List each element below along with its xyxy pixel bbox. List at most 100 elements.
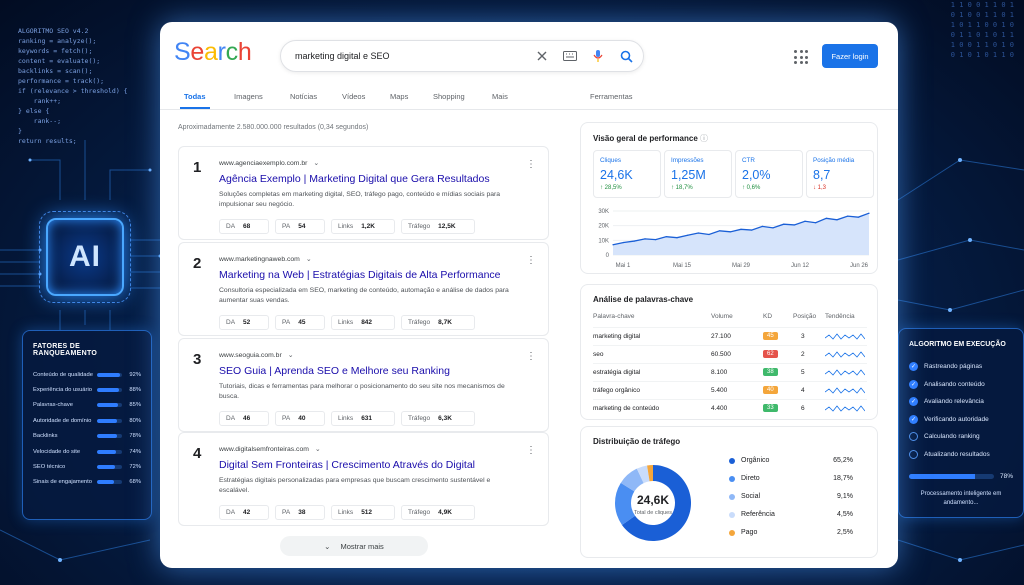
tab-todas[interactable]: Todas xyxy=(180,92,209,109)
keywords-column-header[interactable]: Volume xyxy=(711,313,733,320)
algorithm-step-label: Analisando conteúdo xyxy=(924,380,985,388)
result-title-link[interactable]: Agência Exemplo | Marketing Digital que … xyxy=(219,173,490,185)
performance-title: Visão geral de performance ⓘ xyxy=(593,134,709,143)
data-point xyxy=(697,232,699,234)
factor-label: Velocidade do site xyxy=(33,448,81,455)
metric-traffic: Tráfego 6,3K xyxy=(401,411,475,426)
result-title-link[interactable]: SEO Guia | Aprenda SEO e Melhore seu Ran… xyxy=(219,365,450,377)
kpi-card[interactable]: Cliques 24,6K ↑ 28,5% xyxy=(593,150,661,198)
logo-letter: h xyxy=(237,38,252,66)
legend-item[interactable]: Direto 18,7% xyxy=(729,475,853,487)
factor-value: 80% xyxy=(129,417,141,424)
result-url-text: www.digitalsemfronteiras.com xyxy=(219,446,309,453)
result-rank: 2 xyxy=(193,255,202,272)
result-rank: 1 xyxy=(193,159,202,176)
code-line: content = evaluate(); xyxy=(18,57,101,65)
result-title-link[interactable]: Digital Sem Fronteiras | Crescimento Atr… xyxy=(219,459,475,471)
kpi-card[interactable]: Posição média 8,7 ↓ 1,3 xyxy=(806,150,874,198)
search-input[interactable] xyxy=(295,51,531,61)
clear-icon[interactable] xyxy=(531,45,553,67)
data-point xyxy=(772,227,774,229)
metric-value: 4,9K xyxy=(438,509,452,516)
chevron-down-icon[interactable]: ⌄ xyxy=(313,160,319,167)
legend-item[interactable]: Pago 2,5% xyxy=(729,529,853,541)
kpi-card[interactable]: Impressões 1,25M ↑ 18,7% xyxy=(664,150,732,198)
legend-item[interactable]: Orgânico 65,2% xyxy=(729,457,853,469)
more-options-icon[interactable]: ⋮ xyxy=(526,255,536,266)
keyword: marketing de conteúdo xyxy=(593,405,660,412)
logo-letter: c xyxy=(225,38,239,66)
metric-value: 1,2K xyxy=(361,223,375,230)
keyword-row[interactable]: estratégia digital 8.100 38 5 xyxy=(593,363,867,381)
more-options-icon[interactable]: ⋮ xyxy=(526,159,536,170)
data-point xyxy=(676,237,678,239)
chevron-down-icon[interactable]: ⌄ xyxy=(315,446,321,453)
keyword-row[interactable]: seo 60.500 62 2 xyxy=(593,345,867,363)
result-url[interactable]: www.marketingnaweb.com ⌄ xyxy=(219,255,312,263)
keyword-row[interactable]: tráfego orgânico 5.400 40 4 xyxy=(593,381,867,399)
keyword-row[interactable]: marketing de conteúdo 4.400 33 6 xyxy=(593,399,867,417)
chevron-down-icon: ⌄ xyxy=(324,541,331,551)
info-icon[interactable]: ⓘ xyxy=(700,134,708,143)
tab-vídeos[interactable]: Vídeos xyxy=(342,92,365,101)
kpi-label: Posição média xyxy=(813,157,855,164)
search-logo[interactable]: Search xyxy=(174,38,252,67)
search-window: Search Fazer login Todas Imagens Notícias V… xyxy=(160,22,898,568)
keywords-column-header[interactable]: KD xyxy=(763,313,772,320)
result-url[interactable]: www.agenciaexemplo.com.br ⌄ xyxy=(219,159,319,167)
code-line: ranking = analyze(); xyxy=(18,37,97,45)
login-button[interactable]: Fazer login xyxy=(822,44,878,68)
legend-item[interactable]: Referência 4,5% xyxy=(729,511,853,523)
keyword: marketing digital xyxy=(593,333,641,340)
legend-dot-icon xyxy=(729,530,735,536)
result-metrics: DA 68 PA 54 Links 1,2K Tráfego 12,5K xyxy=(219,219,475,234)
factor-bar xyxy=(97,372,122,377)
data-point xyxy=(623,241,625,244)
result-description: Estratégias digitais personalizadas para… xyxy=(219,477,491,494)
data-point xyxy=(825,217,827,219)
factor-label: Palavras-chave xyxy=(33,402,73,409)
metric-value: 45 xyxy=(298,319,306,326)
code-line: return results; xyxy=(18,137,77,145)
kpi-card[interactable]: CTR 2,0% ↑ 0,6% xyxy=(735,150,803,198)
chevron-down-icon[interactable]: ⌄ xyxy=(288,352,294,359)
result-url[interactable]: www.seoguia.com.br ⌄ xyxy=(219,351,293,359)
legend-item[interactable]: Social 9,1% xyxy=(729,493,853,505)
microphone-icon[interactable] xyxy=(587,45,609,67)
ai-label: AI xyxy=(69,240,101,273)
tab-ferramentas[interactable]: Ferramentas xyxy=(590,92,633,101)
keywords-column-header[interactable]: Palavra-chave xyxy=(593,313,635,320)
trend-sparkline xyxy=(825,387,865,394)
metric-value: 512 xyxy=(361,509,373,516)
data-point xyxy=(644,238,646,240)
result-url[interactable]: www.digitalsemfronteiras.com ⌄ xyxy=(219,445,321,453)
x-tick-label: Mai 1 xyxy=(616,263,631,269)
data-point xyxy=(708,233,710,236)
data-point xyxy=(633,240,635,242)
tab-mais[interactable]: Mais xyxy=(492,92,508,101)
factor-bar xyxy=(97,403,122,408)
tab-shopping[interactable]: Shopping xyxy=(433,92,465,101)
chevron-down-icon[interactable]: ⌄ xyxy=(306,256,312,263)
search-icon[interactable] xyxy=(615,45,637,67)
tab-maps[interactable]: Maps xyxy=(390,92,408,101)
apps-grid-icon[interactable] xyxy=(794,50,808,64)
y-tick-label: 20K xyxy=(598,224,609,230)
keyboard-icon[interactable] xyxy=(559,45,581,67)
keyword-row[interactable]: marketing digital 27.100 45 3 xyxy=(593,327,867,345)
more-options-icon[interactable]: ⋮ xyxy=(526,445,536,456)
code-line: rank++; xyxy=(18,97,62,105)
more-options-icon[interactable]: ⋮ xyxy=(526,351,536,362)
factor-value: 78% xyxy=(129,433,141,440)
keywords-column-header[interactable]: Tendência xyxy=(825,313,855,320)
logo-letter: a xyxy=(203,38,218,66)
factor-label: Sinais de engajamento xyxy=(33,479,92,486)
tab-notícias[interactable]: Notícias xyxy=(290,92,317,101)
traffic-card: Distribuição de tráfego 24,6K Total de cl… xyxy=(580,426,878,558)
metric-value: 54 xyxy=(298,223,306,230)
keywords-column-header[interactable]: Posição xyxy=(793,313,816,320)
show-more-button[interactable]: ⌄ Mostrar mais xyxy=(280,536,428,556)
keyword-position: 2 xyxy=(801,351,805,358)
tab-imagens[interactable]: Imagens xyxy=(234,92,263,101)
result-title-link[interactable]: Marketing na Web | Estratégias Digitais … xyxy=(219,269,501,281)
